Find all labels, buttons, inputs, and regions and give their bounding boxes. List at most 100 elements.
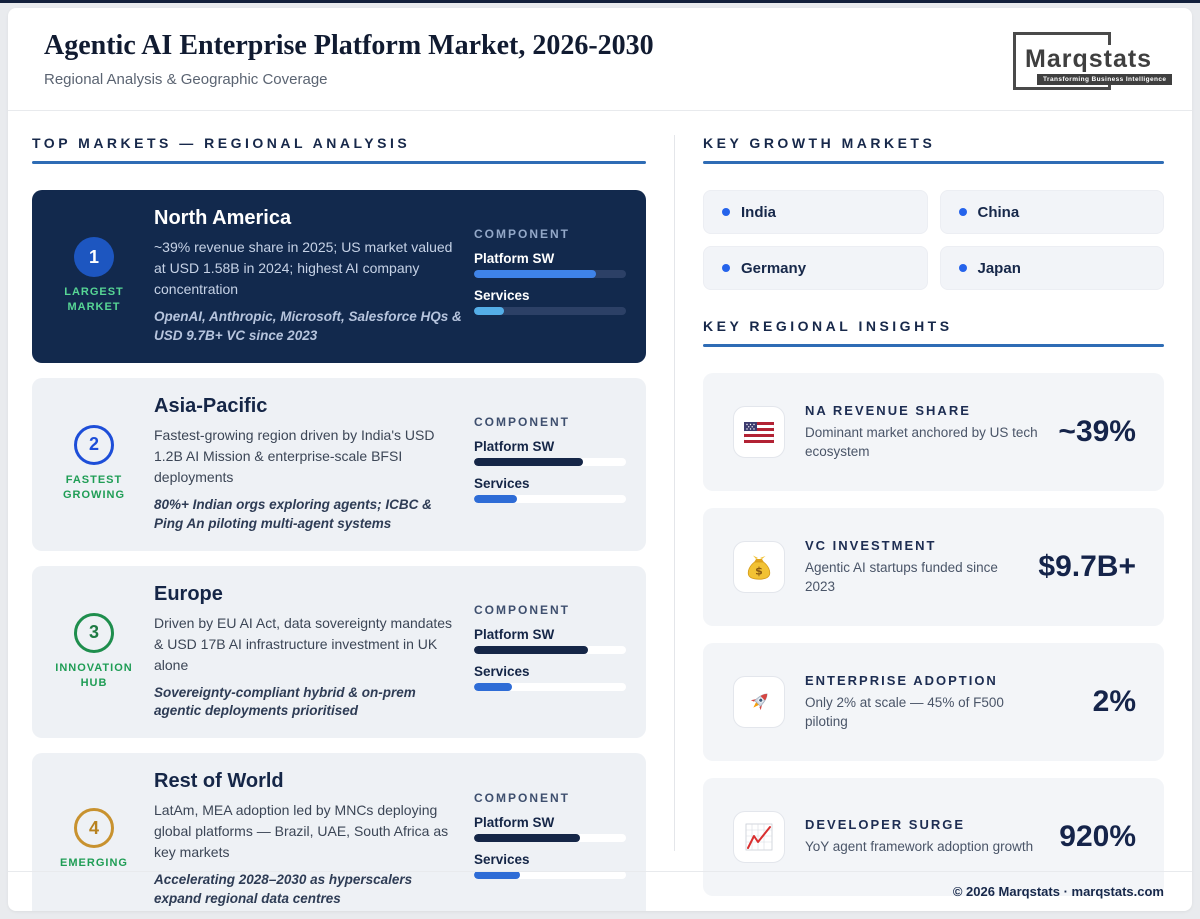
page-subtitle: Regional Analysis & Geographic Coverage xyxy=(44,71,654,88)
heading-rule xyxy=(703,344,1164,347)
chip-label: Germany xyxy=(741,260,806,277)
bullet-dot-icon xyxy=(959,208,967,216)
insight-description: YoY agent framework adoption growth xyxy=(805,838,1033,857)
report-page: Agentic AI Enterprise Platform Market, 2… xyxy=(8,8,1192,911)
bar-track xyxy=(474,495,626,503)
region-card-europe: 3 INNOVATION HUB Europe Driven by EU AI … xyxy=(32,566,646,739)
chip-label: India xyxy=(741,204,776,221)
bar-label-services: Services xyxy=(474,852,626,867)
insight-card-na-revenue-share: NA REVENUE SHARE Dominant market anchore… xyxy=(703,373,1164,491)
insight-value: $9.7B+ xyxy=(1038,550,1136,584)
component-label: COMPONENT xyxy=(474,603,626,617)
regional-analysis-column: TOP MARKETS — REGIONAL ANALYSIS 1 LARGES… xyxy=(32,135,646,871)
rocket-icon xyxy=(733,676,785,728)
rank-label: EMERGING xyxy=(46,856,142,871)
component-breakdown: COMPONENT Platform SW Services xyxy=(474,603,626,701)
heading-rule xyxy=(703,161,1164,164)
rank-number: 1 xyxy=(74,237,114,277)
logo-wordmark: Marqstats xyxy=(1022,45,1155,74)
rank-label: LARGEST MARKET xyxy=(46,285,142,316)
bar-track xyxy=(474,458,626,466)
bar-track xyxy=(474,307,626,315)
page-title: Agentic AI Enterprise Platform Market, 2… xyxy=(44,30,654,62)
growth-markets-grid: India China Germany Japan xyxy=(703,190,1164,290)
insight-description: Dominant market anchored by US tech ecos… xyxy=(805,424,1038,462)
bullet-dot-icon xyxy=(959,264,967,272)
region-note: 80%+ Indian orgs exploring agents; ICBC … xyxy=(154,496,462,534)
growth-markets-heading: KEY GROWTH MARKETS xyxy=(703,135,1164,151)
bar-label-services: Services xyxy=(474,476,626,491)
insight-text: DEVELOPER SURGE YoY agent framework adop… xyxy=(805,817,1033,857)
region-description: LatAm, MEA adoption led by MNCs deployin… xyxy=(154,800,462,863)
region-note: OpenAI, Anthropic, Microsoft, Salesforce… xyxy=(154,308,462,346)
component-breakdown: COMPONENT Platform SW Services xyxy=(474,227,626,325)
bar-track xyxy=(474,834,626,842)
platform-bar xyxy=(474,646,588,654)
region-title: Asia-Pacific xyxy=(154,395,462,418)
insight-value: 920% xyxy=(1059,820,1136,854)
rank-badge: 1 LARGEST MARKET xyxy=(46,237,142,316)
region-title: North America xyxy=(154,207,462,230)
bar-label-platform: Platform SW xyxy=(474,627,626,642)
bar-track xyxy=(474,683,626,691)
bar-label-platform: Platform SW xyxy=(474,815,626,830)
insight-label: NA REVENUE SHARE xyxy=(805,403,1038,418)
column-divider xyxy=(674,135,675,851)
bar-track xyxy=(474,646,626,654)
money-bag-icon: $ xyxy=(733,541,785,593)
top-markets-heading: TOP MARKETS — REGIONAL ANALYSIS xyxy=(32,135,646,151)
platform-bar xyxy=(474,834,580,842)
rank-label: INNOVATION HUB xyxy=(46,661,142,692)
region-title: Rest of World xyxy=(154,770,462,793)
header-titles: Agentic AI Enterprise Platform Market, 2… xyxy=(44,30,654,88)
insight-text: VC INVESTMENT Agentic AI startups funded… xyxy=(805,538,1018,597)
region-text: Europe Driven by EU AI Act, data soverei… xyxy=(154,583,462,722)
growth-market-chip-germany: Germany xyxy=(703,246,928,290)
rank-number: 2 xyxy=(74,425,114,465)
insight-description: Only 2% at scale — 45% of F500 piloting xyxy=(805,694,1050,732)
region-description: Fastest-growing region driven by India's… xyxy=(154,425,462,488)
logo-tagline: Transforming Business Intelligence xyxy=(1037,74,1172,85)
top-accent-bar xyxy=(0,0,1200,3)
insights-column: KEY GROWTH MARKETS India China Germany xyxy=(703,135,1164,871)
region-note: Sovereignty-compliant hybrid & on-prem a… xyxy=(154,684,462,722)
growth-market-chip-japan: Japan xyxy=(940,246,1165,290)
heading-rule xyxy=(32,161,646,164)
main-content: TOP MARKETS — REGIONAL ANALYSIS 1 LARGES… xyxy=(8,111,1192,871)
bar-label-platform: Platform SW xyxy=(474,251,626,266)
footer-text: © 2026 Marqstats · marqstats.com xyxy=(953,884,1164,899)
insight-text: NA REVENUE SHARE Dominant market anchore… xyxy=(805,403,1038,462)
bar-track xyxy=(474,270,626,278)
footer: © 2026 Marqstats · marqstats.com xyxy=(8,871,1192,911)
services-bar xyxy=(474,683,512,691)
rank-badge: 2 FASTEST GROWING xyxy=(46,425,142,504)
region-title: Europe xyxy=(154,583,462,606)
rank-number: 3 xyxy=(74,613,114,653)
region-description: Driven by EU AI Act, data sovereignty ma… xyxy=(154,613,462,676)
platform-bar xyxy=(474,270,596,278)
component-label: COMPONENT xyxy=(474,791,626,805)
growth-market-chip-india: India xyxy=(703,190,928,234)
component-label: COMPONENT xyxy=(474,415,626,429)
bar-label-services: Services xyxy=(474,664,626,679)
insight-value: 2% xyxy=(1093,685,1136,719)
region-description: ~39% revenue share in 2025; US market va… xyxy=(154,237,462,300)
rank-label: FASTEST GROWING xyxy=(46,473,142,504)
regional-insights-heading: KEY REGIONAL INSIGHTS xyxy=(703,318,1164,334)
services-bar xyxy=(474,495,517,503)
bar-label-services: Services xyxy=(474,288,626,303)
insight-text: ENTERPRISE ADOPTION Only 2% at scale — 4… xyxy=(805,673,1050,732)
bar-label-platform: Platform SW xyxy=(474,439,626,454)
region-card-north-america: 1 LARGEST MARKET North America ~39% reve… xyxy=(32,190,646,363)
services-bar xyxy=(474,307,504,315)
insight-label: DEVELOPER SURGE xyxy=(805,817,1033,832)
component-label: COMPONENT xyxy=(474,227,626,241)
us-flag-icon xyxy=(733,406,785,458)
insight-card-enterprise-adoption: ENTERPRISE ADOPTION Only 2% at scale — 4… xyxy=(703,643,1164,761)
region-text: Asia-Pacific Fastest-growing region driv… xyxy=(154,395,462,534)
region-card-asia-pacific: 2 FASTEST GROWING Asia-Pacific Fastest-g… xyxy=(32,378,646,551)
insight-description: Agentic AI startups funded since 2023 xyxy=(805,559,1018,597)
chip-label: Japan xyxy=(978,260,1021,277)
header: Agentic AI Enterprise Platform Market, 2… xyxy=(8,8,1192,111)
bullet-dot-icon xyxy=(722,264,730,272)
